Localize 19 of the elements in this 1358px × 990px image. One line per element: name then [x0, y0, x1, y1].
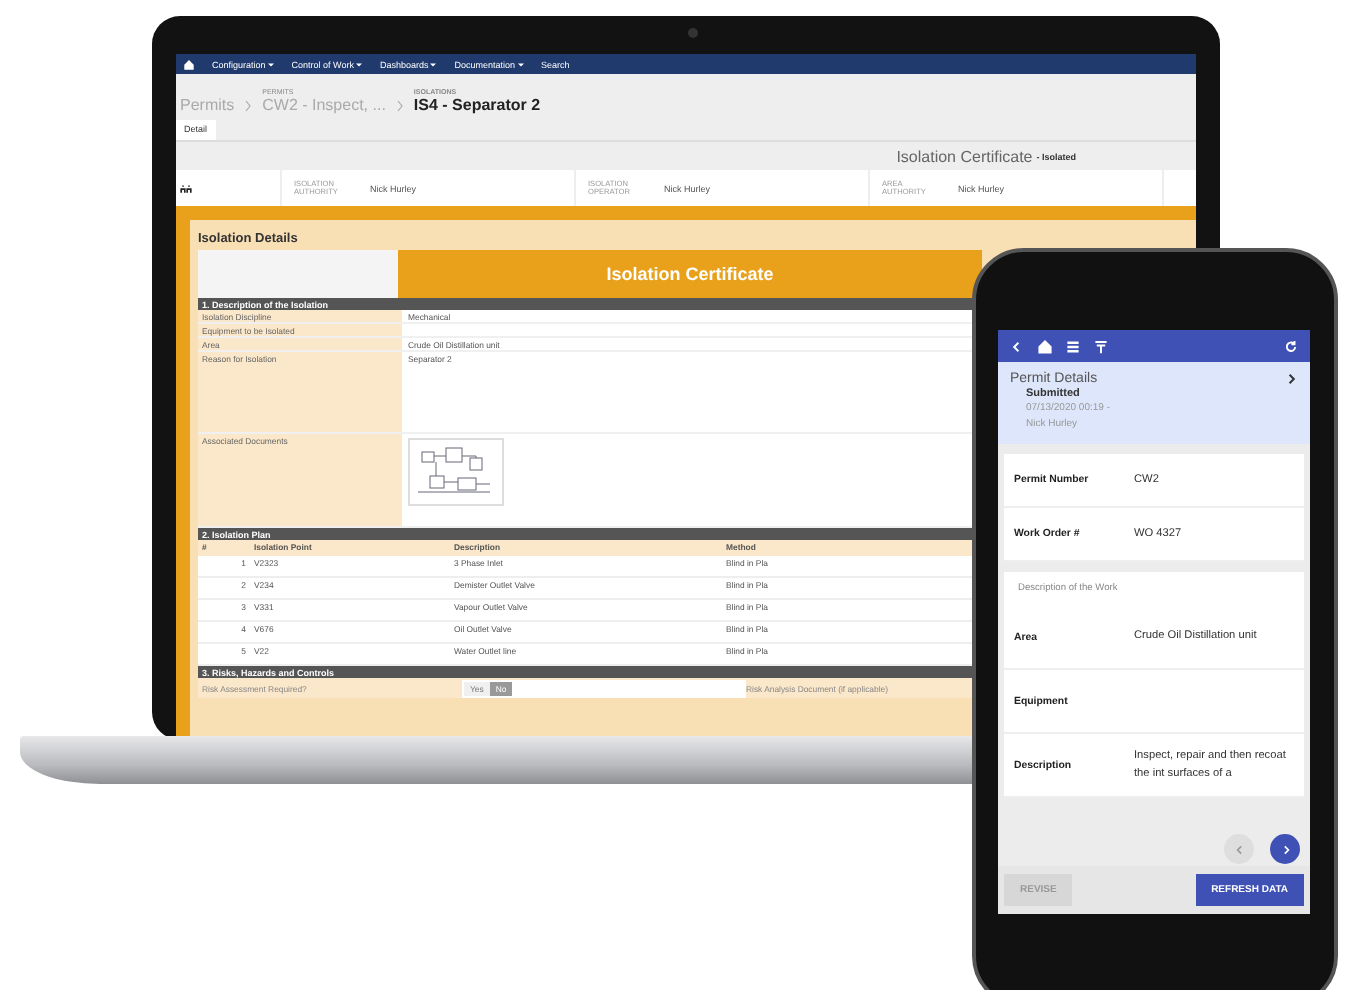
next-button[interactable]: [1270, 834, 1300, 864]
chevron-right-icon[interactable]: [1284, 372, 1298, 386]
caret-icon: [517, 61, 524, 67]
people-icon[interactable]: [180, 182, 192, 194]
refresh-icon[interactable]: [1284, 339, 1298, 353]
caret-icon: [430, 61, 437, 67]
page-title: Isolation Certificate: [896, 147, 1033, 165]
certificate-title: Isolation Certificate: [398, 250, 982, 298]
home-icon[interactable]: [1038, 339, 1052, 353]
chevron-right-icon[interactable]: [1279, 843, 1291, 855]
diagram-thumbnail[interactable]: [408, 438, 504, 506]
caret-icon: [355, 61, 362, 67]
list-icon[interactable]: [1066, 339, 1080, 353]
home-icon[interactable]: [184, 59, 194, 69]
chevron-icon: [395, 100, 404, 112]
chevron-icon: [244, 100, 253, 112]
camera-dot: [688, 28, 698, 38]
back-icon[interactable]: [1010, 339, 1024, 353]
caret-icon: [267, 61, 274, 67]
